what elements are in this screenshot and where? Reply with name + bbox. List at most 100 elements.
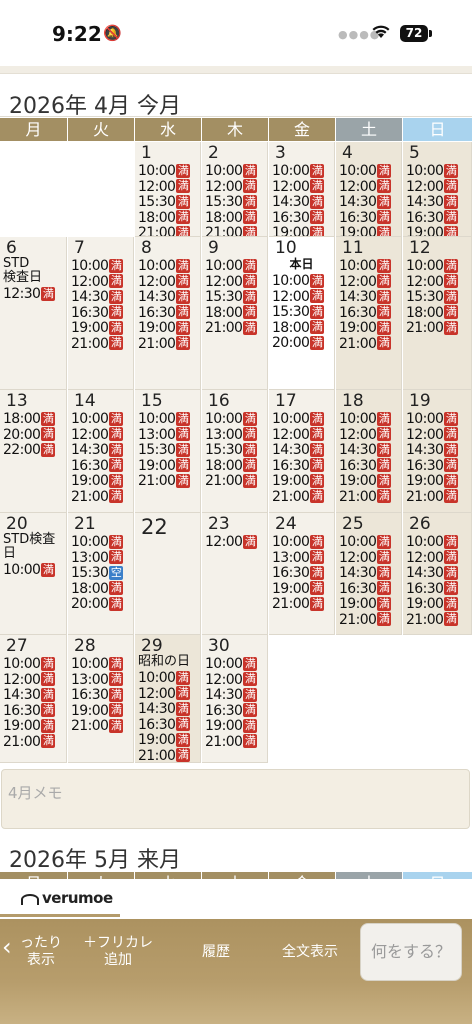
- calendar-day[interactable]: 20 STD検査 日 10:00 満: [0, 513, 67, 635]
- time-slot[interactable]: 13:00 満: [68, 671, 133, 687]
- time-slot[interactable]: 10:00 満: [202, 410, 267, 427]
- time-slot[interactable]: 19:00 満: [202, 717, 267, 734]
- time-slot[interactable]: 10:00 満: [135, 669, 200, 686]
- time-slot[interactable]: 18:00 満: [269, 319, 334, 335]
- calendar-day[interactable]: 1 10:00 満 12:00 満 15:30 満 18:00 満 21:00 満: [135, 142, 201, 237]
- time-slot[interactable]: 10:00 満: [403, 162, 471, 179]
- time-slot[interactable]: 12:00 満: [336, 273, 401, 289]
- time-slot[interactable]: 16:30 満: [68, 304, 133, 320]
- time-slot[interactable]: 21:00 満: [68, 335, 133, 351]
- calendar-day[interactable]: 8 10:00 満 12:00 満 14:30 満 16:30 満 19:00 満 21:00 満: [135, 237, 201, 390]
- time-slot[interactable]: 21:00 満: [135, 224, 200, 236]
- calendar-day[interactable]: 24 10:00 満 13:00 満 16:30 満 19:00 満 21:00 満: [269, 513, 335, 635]
- time-slot[interactable]: 16:30 満: [403, 580, 471, 596]
- time-slot[interactable]: 18:00 満: [68, 580, 133, 596]
- time-slot[interactable]: 14:30 満: [336, 564, 401, 581]
- time-slot[interactable]: 16:30 満: [68, 686, 133, 703]
- calendar-day[interactable]: 17 10:00 満 12:00 満 14:30 満 16:30 満 19:00 満 21:00 満: [269, 390, 335, 513]
- time-slot[interactable]: 16:30 満: [403, 209, 471, 225]
- calendar-day[interactable]: 21 10:00 満 13:00 満 15:30 空 18:00 満 20:00 満: [68, 513, 134, 635]
- time-slot[interactable]: 10:00 満: [403, 410, 471, 427]
- time-slot[interactable]: 10:00 満: [269, 410, 334, 427]
- time-slot[interactable]: 14:30 満: [135, 700, 200, 717]
- time-slot[interactable]: 21:00 満: [68, 717, 133, 734]
- time-slot[interactable]: 12:00 満: [68, 426, 133, 442]
- time-slot[interactable]: 10:00 満: [336, 162, 401, 179]
- time-slot[interactable]: 19:00 満: [269, 224, 334, 236]
- time-slot[interactable]: 18:00 満: [202, 304, 267, 320]
- time-slot[interactable]: 12:00 満: [403, 178, 471, 194]
- time-slot[interactable]: 21:00 満: [403, 319, 471, 336]
- calendar-day[interactable]: 310:00満12:00満14:30満16:30満19:00満21:00満: [269, 142, 335, 237]
- slow-display-button[interactable]: ったり 表示: [16, 935, 66, 969]
- chevron-left-icon[interactable]: ‹: [2, 935, 12, 959]
- calendar-day[interactable]: 23 12:00 満: [202, 513, 268, 635]
- time-slot[interactable]: 10:00 満: [202, 655, 267, 672]
- time-slot[interactable]: 12:00 満: [135, 178, 200, 194]
- time-slot[interactable]: 19:00 満: [68, 319, 133, 336]
- time-slot[interactable]: 15:30 満: [202, 193, 267, 210]
- time-slot[interactable]: 20:00 満: [68, 595, 133, 612]
- time-slot[interactable]: 15:30 満: [135, 441, 200, 458]
- time-slot[interactable]: 13:00 満: [269, 549, 334, 565]
- time-slot[interactable]: 21:00 満: [403, 611, 471, 627]
- time-slot[interactable]: 19:00 満: [336, 472, 401, 489]
- time-slot[interactable]: 22:00 満: [0, 441, 66, 458]
- time-slot[interactable]: 12:00 満: [269, 426, 334, 442]
- time-slot[interactable]: 21:00 満: [269, 595, 334, 612]
- time-slot[interactable]: 21:00 満: [336, 611, 401, 627]
- time-slot[interactable]: 19:00 満: [68, 702, 133, 718]
- time-slot[interactable]: 21:00 満: [403, 488, 471, 504]
- calendar-day[interactable]: 14 10:00 満 12:00 満 14:30 満 16:30 満 19:00 満 21:00 満: [68, 390, 134, 513]
- time-slot[interactable]: 10:00 満: [68, 533, 133, 550]
- action-button[interactable]: 何をする？: [360, 923, 462, 981]
- time-slot[interactable]: 16:30 満: [0, 702, 66, 718]
- calendar-day[interactable]: 18 10:00 満 12:00 満 14:30 満 16:30 満 19:00 満 21:00 満: [336, 390, 402, 513]
- time-slot[interactable]: 14:30 満: [403, 564, 471, 581]
- add-furigana-button[interactable]: ＋フリカレ 追加: [76, 935, 160, 969]
- time-slot[interactable]: 21:00 満: [135, 472, 200, 489]
- calendar-day[interactable]: 29 昭和の日 10:00 満 12:00 満 14:30 満 16:30 満 19:00 満 21:0…: [135, 635, 201, 763]
- time-slot[interactable]: 10:00 満: [269, 162, 334, 179]
- time-slot[interactable]: 18:00 満: [135, 209, 200, 225]
- time-slot[interactable]: 15:30 満: [269, 303, 334, 320]
- time-slot[interactable]: 16:30 満: [135, 716, 200, 732]
- time-slot[interactable]: 19:00 満: [68, 472, 133, 489]
- time-slot[interactable]: 14:30 満: [68, 441, 133, 458]
- time-slot[interactable]: 14:30 満: [403, 441, 471, 458]
- time-slot[interactable]: 12:00 満: [68, 273, 133, 289]
- time-slot[interactable]: 10:00 満: [0, 655, 66, 672]
- calendar-day[interactable]: 11 10:00 満 12:00 満 14:30 満 16:30 満 19:00 満 21:00 満: [336, 237, 402, 390]
- time-slot[interactable]: 12:30 満: [0, 285, 66, 302]
- time-slot[interactable]: 16:30 満: [269, 564, 334, 581]
- time-slot[interactable]: 21:00 満: [0, 733, 66, 749]
- time-slot[interactable]: 12:00 満: [0, 671, 66, 687]
- time-slot[interactable]: 15:30 満: [202, 288, 267, 305]
- time-slot[interactable]: 10:00 満: [135, 257, 200, 274]
- time-slot[interactable]: 10:00 満: [68, 257, 133, 274]
- time-slot[interactable]: 12:00 満: [403, 273, 471, 289]
- time-slot[interactable]: 21:00 満: [68, 488, 133, 504]
- time-slot[interactable]: 12:00 満: [403, 426, 471, 442]
- time-slot[interactable]: 10:00 満: [336, 410, 401, 427]
- time-slot[interactable]: 19:00 満: [269, 580, 334, 596]
- calendar-day[interactable]: 26 10:00 満 12:00 満 14:30 満 16:30 満 19:00 満 21:00 満: [403, 513, 472, 635]
- time-slot[interactable]: 19:00 満: [403, 595, 471, 612]
- time-slot[interactable]: 10:00 満: [269, 533, 334, 550]
- calendar-day[interactable]: 7 10:00 満 12:00 満 14:30 満 16:30 満 19:00 満 21:00 満: [68, 237, 134, 390]
- time-slot[interactable]: 16:30 満: [68, 457, 133, 473]
- time-slot[interactable]: 21:00 満: [202, 224, 267, 236]
- time-slot[interactable]: 12:00 満: [202, 533, 267, 550]
- time-slot[interactable]: 12:00 満: [202, 178, 267, 194]
- time-slot[interactable]: 15:30 空: [68, 564, 133, 581]
- logo[interactable]: verumoe: [21, 889, 113, 907]
- calendar-day[interactable]: 16 10:00 満 13:00 満 15:30 満 18:00 満 21:00 満: [202, 390, 268, 513]
- calendar-day[interactable]: 6 STD 検査日 12:30 満: [0, 237, 67, 390]
- time-slot[interactable]: 14:30 満: [269, 441, 334, 458]
- time-slot[interactable]: 19:00 満: [135, 319, 200, 336]
- time-slot[interactable]: 16:30 満: [202, 702, 267, 718]
- time-slot[interactable]: 13:00 満: [68, 549, 133, 565]
- time-slot[interactable]: 10:00 満: [68, 655, 133, 672]
- calendar-day[interactable]: 22: [135, 513, 201, 635]
- time-slot[interactable]: 18:00 満: [403, 304, 471, 320]
